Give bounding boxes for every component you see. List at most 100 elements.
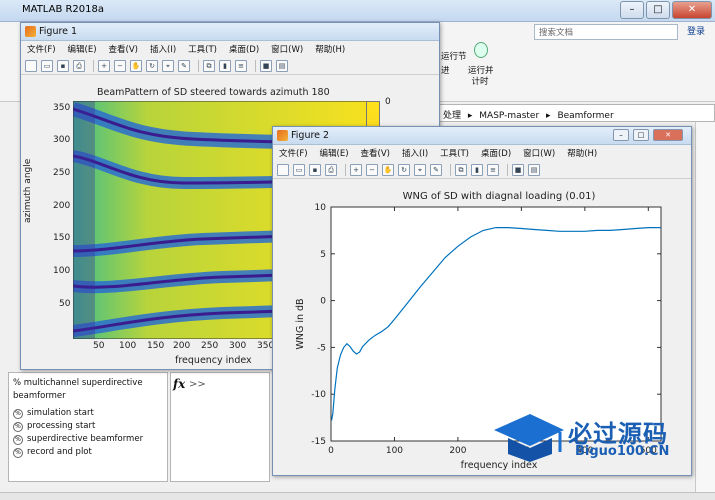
data-cursor-icon[interactable]: ⌖ xyxy=(162,59,174,72)
y-tick-label: 0 xyxy=(320,297,326,307)
command-window[interactable]: fx >> xyxy=(170,372,270,482)
y-tick-label: 100 xyxy=(53,266,71,276)
menu-window[interactable]: 窗口(W) xyxy=(523,147,555,159)
toolbar-separator xyxy=(507,163,508,176)
colorbar-icon[interactable]: ▮ xyxy=(471,163,483,176)
path-segment[interactable]: Beamformer xyxy=(557,111,613,121)
figure2-toolbar: ▭ ▪ ⎙ + − ✋ ↻ ⌖ ✎ ⧉ ▮ ≡ ■ ▤ xyxy=(273,161,691,179)
workspace-sidebar xyxy=(695,122,715,492)
path-separator: ▸ xyxy=(546,111,551,121)
x-tick-label: 200 xyxy=(173,341,191,351)
figure2-titlebar: Figure 2 – □ ✕ xyxy=(273,127,691,145)
menu-desktop[interactable]: 桌面(D) xyxy=(229,43,259,55)
y-tick-label: 50 xyxy=(59,299,71,309)
pan-icon[interactable]: ✋ xyxy=(382,163,394,176)
figure2-maximize-button[interactable]: □ xyxy=(633,129,649,141)
print-icon[interactable]: ⎙ xyxy=(325,163,337,176)
menu-window[interactable]: 窗口(W) xyxy=(271,43,303,55)
maximize-button[interactable]: □ xyxy=(646,1,670,19)
menu-view[interactable]: 查看(V) xyxy=(361,147,390,159)
run-and-time-icon[interactable] xyxy=(474,42,488,58)
fx-icon: fx xyxy=(173,377,186,391)
legend-icon[interactable]: ≡ xyxy=(235,59,247,72)
status-bar xyxy=(0,492,715,500)
matlab-figure-icon xyxy=(277,130,288,141)
menu-insert[interactable]: 插入(I) xyxy=(402,147,428,159)
chart-title: WNG of SD with diagnal loading (0.01) xyxy=(403,191,596,202)
outline-item[interactable]: % simulation start xyxy=(13,407,163,420)
figure1-title: Figure 1 xyxy=(39,26,78,37)
menu-edit[interactable]: 编辑(E) xyxy=(68,43,97,55)
new-figure-icon[interactable] xyxy=(25,59,37,72)
menu-edit[interactable]: 编辑(E) xyxy=(320,147,349,159)
x-tick-label: 300 xyxy=(229,341,247,351)
save-icon[interactable]: ▪ xyxy=(57,59,69,72)
y-tick-label: -5 xyxy=(317,343,326,353)
open-file-icon[interactable]: ▭ xyxy=(41,59,53,72)
outline-item[interactable]: % superdirective beamformer xyxy=(13,433,163,446)
run-and-time-label[interactable]: 运行并 计时 xyxy=(468,66,494,88)
rotate-icon[interactable]: ↻ xyxy=(146,59,158,72)
menu-help[interactable]: 帮助(H) xyxy=(567,147,597,159)
brush-icon[interactable]: ✎ xyxy=(178,59,190,72)
y-tick-label: 300 xyxy=(53,135,71,145)
zoom-out-icon[interactable]: − xyxy=(114,59,126,72)
hide-plot-tools-icon[interactable]: ■ xyxy=(260,59,272,72)
menu-tools[interactable]: 工具(T) xyxy=(440,147,469,159)
rotate-icon[interactable]: ↻ xyxy=(398,163,410,176)
y-tick-label: 150 xyxy=(53,233,71,243)
login-button[interactable]: 登录 xyxy=(680,24,712,40)
figure2-close-button[interactable]: ✕ xyxy=(653,129,683,141)
y-tick-label: 350 xyxy=(53,103,71,113)
path-segment[interactable]: 处理 xyxy=(443,111,461,121)
open-file-icon[interactable]: ▭ xyxy=(293,163,305,176)
show-plot-tools-icon[interactable]: ▤ xyxy=(276,59,288,72)
legend-icon[interactable]: ≡ xyxy=(487,163,499,176)
plot-box xyxy=(330,206,662,442)
toolbar-separator xyxy=(255,59,256,72)
menu-insert[interactable]: 插入(I) xyxy=(150,43,176,55)
menu-desktop[interactable]: 桌面(D) xyxy=(481,147,511,159)
outline-item[interactable]: % processing start xyxy=(13,420,163,433)
section-icon: % xyxy=(13,434,23,445)
save-icon[interactable]: ▪ xyxy=(309,163,321,176)
zoom-in-icon[interactable]: + xyxy=(98,59,110,72)
menu-file[interactable]: 文件(F) xyxy=(279,147,308,159)
figure1-ylabel: azimuth angle xyxy=(23,158,33,223)
code-outline-panel: % multichannel superdirective beamformer… xyxy=(8,372,168,482)
figure2-menubar: 文件(F) 编辑(E) 查看(V) 插入(I) 工具(T) 桌面(D) 窗口(W… xyxy=(273,145,691,161)
colorbar-icon[interactable]: ▮ xyxy=(219,59,231,72)
hide-plot-tools-icon[interactable]: ■ xyxy=(512,163,524,176)
brush-icon[interactable]: ✎ xyxy=(430,163,442,176)
close-button[interactable]: ✕ xyxy=(672,1,712,19)
zoom-in-icon[interactable]: + xyxy=(350,163,362,176)
outline-item[interactable]: % record and plot xyxy=(13,446,163,459)
toolbar-separator xyxy=(93,59,94,72)
search-input[interactable]: 搜索文档 xyxy=(534,24,678,40)
current-folder-path[interactable]: 处理 ▸ MASP-master ▸ Beamformer xyxy=(438,104,715,122)
x-tick-label: 100 xyxy=(386,446,403,456)
pan-icon[interactable]: ✋ xyxy=(130,59,142,72)
x-tick-label: 200 xyxy=(449,446,466,456)
print-icon[interactable]: ⎙ xyxy=(73,59,85,72)
menu-view[interactable]: 查看(V) xyxy=(109,43,138,55)
command-prompt: >> xyxy=(189,379,206,390)
path-segment[interactable]: MASP-master xyxy=(479,111,539,121)
minimize-button[interactable]: – xyxy=(620,1,644,19)
new-figure-icon[interactable] xyxy=(277,163,289,176)
show-plot-tools-icon[interactable]: ▤ xyxy=(528,163,540,176)
zoom-out-icon[interactable]: − xyxy=(366,163,378,176)
section-icon: % xyxy=(13,447,23,458)
figure2-minimize-button[interactable]: – xyxy=(613,129,629,141)
menu-file[interactable]: 文件(F) xyxy=(27,43,56,55)
link-plot-icon[interactable]: ⧉ xyxy=(455,163,467,176)
figure1-menubar: 文件(F) 编辑(E) 查看(V) 插入(I) 工具(T) 桌面(D) 窗口(W… xyxy=(21,41,439,57)
link-plot-icon[interactable]: ⧉ xyxy=(203,59,215,72)
menu-tools[interactable]: 工具(T) xyxy=(188,43,217,55)
outline-title: % multichannel superdirective beamformer xyxy=(13,378,143,401)
data-cursor-icon[interactable]: ⌖ xyxy=(414,163,426,176)
run-section-label[interactable]: 运行节 进 xyxy=(441,50,467,78)
figure1-xlabel: frequency index xyxy=(175,355,252,366)
menu-help[interactable]: 帮助(H) xyxy=(315,43,345,55)
main-window-titlebar: MATLAB R2018a – □ ✕ xyxy=(0,0,715,22)
